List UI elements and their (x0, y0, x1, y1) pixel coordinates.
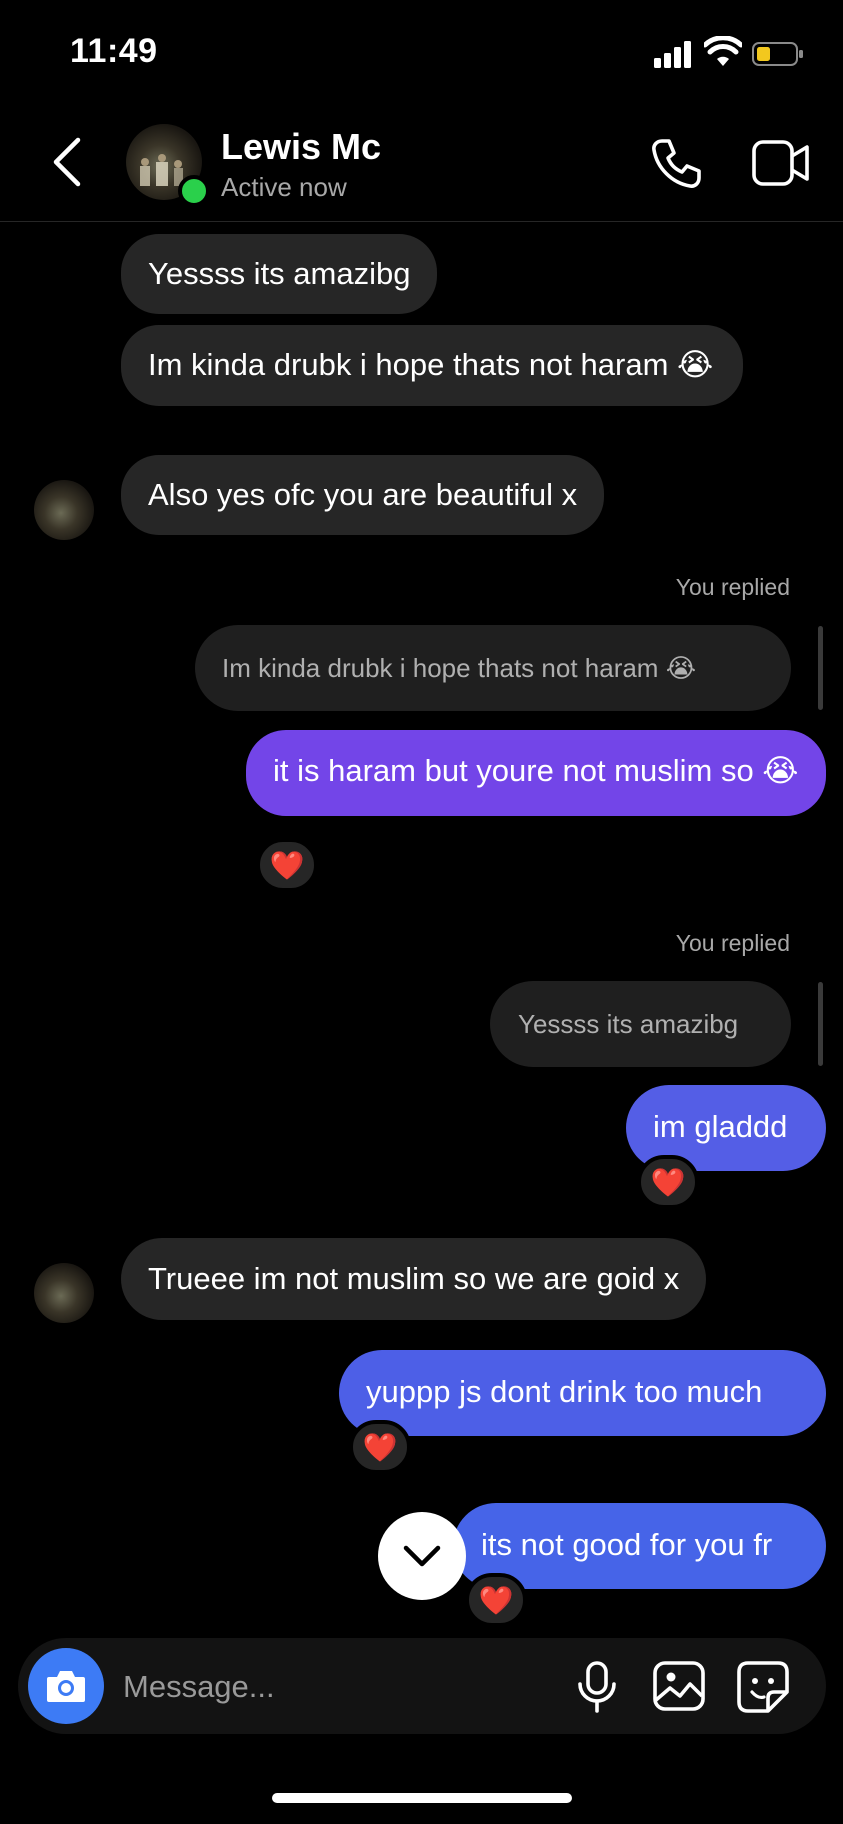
contact-name[interactable]: Lewis Mc (221, 126, 381, 168)
message-input[interactable] (121, 1660, 565, 1714)
heart-reaction[interactable]: ❤️ (465, 1573, 527, 1627)
video-call-icon[interactable] (752, 138, 810, 188)
wifi-icon (704, 36, 742, 66)
status-time: 11:49 (70, 32, 158, 70)
back-chevron-icon[interactable] (48, 136, 88, 188)
battery-icon (752, 42, 803, 66)
phone-call-icon[interactable] (648, 136, 704, 192)
you-replied-label: You replied (675, 574, 790, 600)
heart-emoji: ❤️ (362, 1431, 398, 1463)
sender-avatar[interactable] (34, 1263, 94, 1323)
gallery-icon[interactable] (652, 1660, 706, 1712)
heart-emoji: ❤️ (478, 1584, 514, 1616)
heart-reaction[interactable]: ❤️ (637, 1155, 699, 1209)
microphone-icon[interactable] (574, 1660, 620, 1714)
camera-button[interactable] (28, 1648, 104, 1724)
camera-icon (47, 1671, 85, 1702)
outgoing-message[interactable]: yuppp js dont drink too much (339, 1350, 826, 1436)
chevron-down-icon (403, 1545, 441, 1567)
header-divider (0, 221, 843, 222)
incoming-message[interactable]: Trueee im not muslim so we are goid x (121, 1238, 707, 1320)
active-status: Active now (221, 172, 347, 202)
incoming-message[interactable]: Also yes ofc you are beautiful x (121, 455, 605, 535)
heart-reaction[interactable]: ❤️ (256, 838, 318, 892)
sticker-icon[interactable] (736, 1660, 790, 1714)
reply-indicator-bar (818, 982, 823, 1066)
online-indicator (178, 175, 210, 207)
outgoing-message[interactable]: it is haram but youre not muslim so 😭 (246, 730, 826, 816)
home-indicator (272, 1793, 572, 1803)
reply-indicator-bar (818, 626, 823, 710)
heart-reaction[interactable]: ❤️ (349, 1420, 411, 1474)
quoted-reply-preview[interactable]: Yessss its amazibg (490, 981, 791, 1067)
cellular-signal-icon (654, 41, 691, 68)
heart-emoji: ❤️ (269, 849, 305, 881)
sender-avatar[interactable] (34, 480, 94, 540)
heart-emoji: ❤️ (650, 1166, 686, 1198)
you-replied-label: You replied (675, 930, 790, 956)
incoming-message[interactable]: Im kinda drubk i hope thats not haram 😭 (121, 325, 743, 406)
incoming-message[interactable]: Yessss its amazibg (121, 234, 438, 314)
quoted-reply-preview[interactable]: Im kinda drubk i hope thats not haram 😭 (195, 625, 791, 711)
scroll-to-bottom-button[interactable] (378, 1512, 466, 1600)
